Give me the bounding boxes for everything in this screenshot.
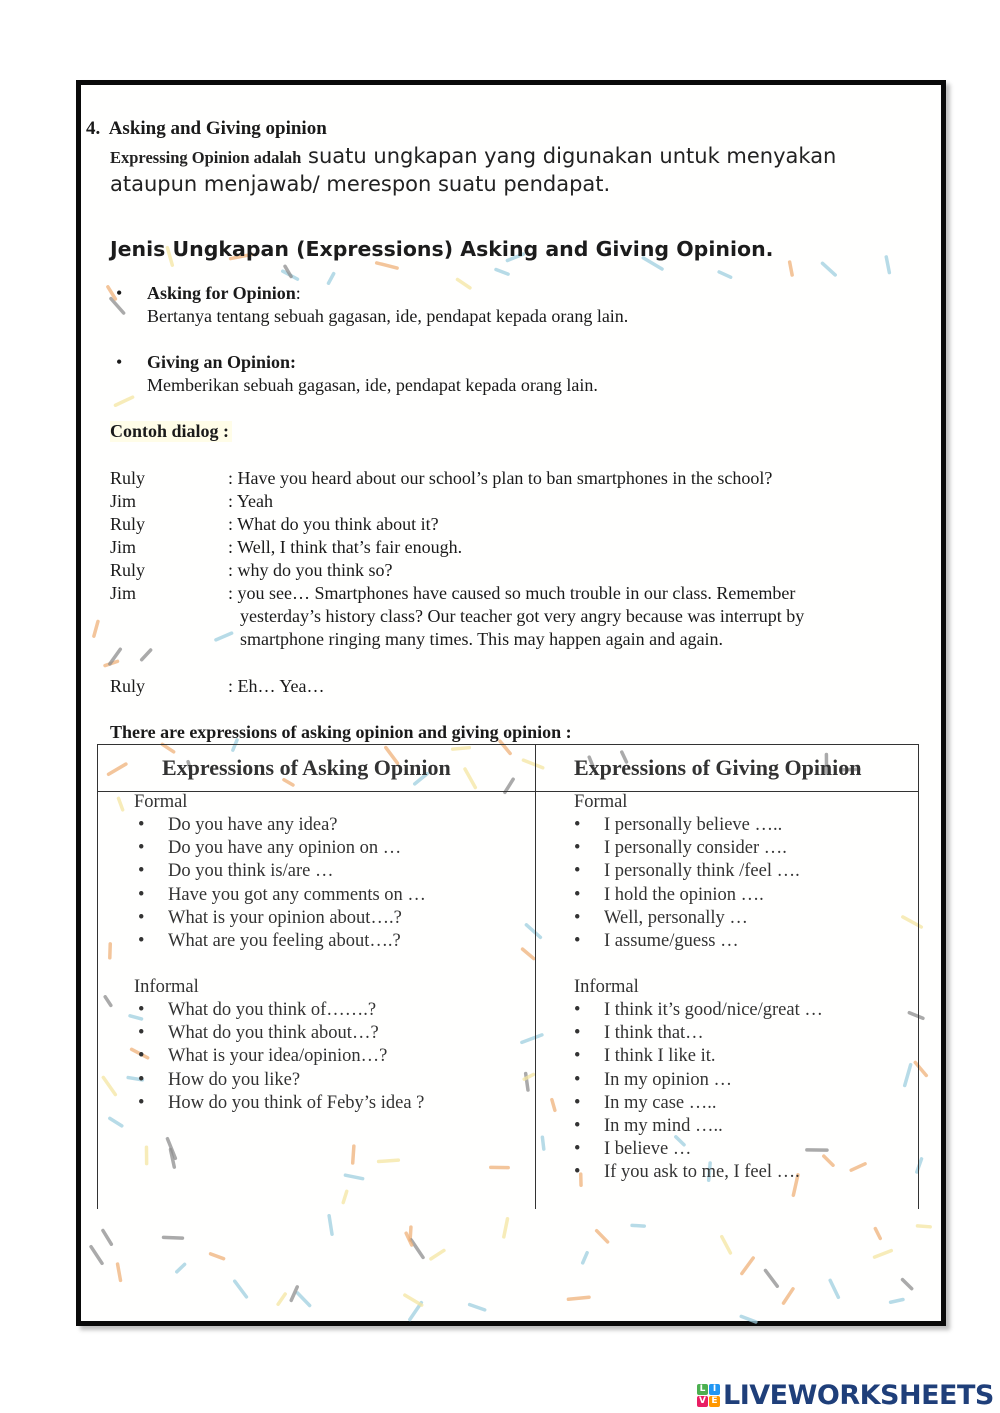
bullet-icon: •: [574, 861, 581, 882]
section-title-text: Asking and Giving opinion: [108, 118, 327, 139]
intro-line-1: suatu ungkapan yang digunakan untuk meny…: [308, 144, 837, 168]
list-item-text: What are you feeling about….?: [168, 931, 401, 951]
utterance-continued: smartphone ringing many times. This may …: [240, 629, 724, 649]
bullet-icon: •: [574, 1000, 581, 1020]
speaker: Ruly: [110, 514, 146, 534]
table-header-divider: [98, 791, 918, 792]
definition-title: Asking for Opinion: [147, 283, 296, 303]
table-header-asking: Expressions of Asking Opinion: [162, 755, 451, 780]
speaker: Ruly: [110, 560, 146, 580]
bullet-icon: •: [138, 1046, 145, 1067]
list-item-text: Well, personally …: [604, 907, 748, 928]
intro-paragraph: Expressing Opinion adalah suatu ungkapan…: [110, 143, 910, 198]
utterance: : you see… Smartphones have caused so mu…: [228, 583, 796, 603]
list-item-text: I personally consider ….: [604, 838, 787, 859]
bullet-icon: •: [138, 1000, 145, 1020]
giving-formal-label: Formal: [574, 792, 628, 812]
table-column-divider: [535, 745, 536, 1209]
definition-desc: Memberikan sebuah gagasan, ide, pendapat…: [147, 375, 598, 395]
list-item-text: What do you think of…….?: [168, 1000, 377, 1020]
list-item-text: I personally believe …..: [604, 815, 783, 835]
bullet-icon: •: [138, 1069, 145, 1090]
utterance: : Well, I think that’s fair enough.: [228, 537, 463, 557]
list-item-text: What is your idea/opinion…?: [168, 1046, 388, 1067]
logo-letter: E: [709, 1395, 720, 1407]
bullet-icon: •: [116, 283, 123, 303]
speaker: Jim: [110, 583, 137, 603]
expressions-intro: There are expressions of asking opinion …: [110, 722, 572, 742]
bullet-icon: •: [138, 931, 145, 951]
list-item-text: What is your opinion about….?: [168, 907, 402, 928]
liveworksheets-logo: L I V E LIVEWORKSHEETS: [697, 1379, 994, 1411]
utterance: : Yeah: [228, 491, 274, 511]
bullet-icon: •: [116, 352, 123, 372]
bullet-icon: •: [574, 931, 581, 951]
list-item-text: I hold the opinion ….: [604, 884, 764, 905]
bullet-icon: •: [138, 838, 145, 859]
utterance: : Have you heard about our school’s plan…: [228, 468, 773, 488]
list-item-text: How do you think of Feby’s idea ?: [168, 1092, 425, 1113]
definition-desc: Bertanya tentang sebuah gagasan, ide, pe…: [147, 306, 629, 326]
utterance-continued: yesterday’s history class? Our teacher g…: [240, 606, 805, 626]
bullet-icon: •: [574, 1139, 581, 1160]
bullet-icon: •: [138, 861, 145, 882]
intro-line-2: ataupun menjawab/ merespon suatu pendapa…: [110, 172, 611, 196]
table-header-giving: Expressions of Giving Opinion: [574, 755, 862, 780]
section-title: 4. Asking and Giving opinion: [86, 118, 327, 140]
logo-letter: I: [709, 1383, 720, 1395]
asking-formal-label: Formal: [134, 792, 188, 812]
list-item-text: I think it’s good/nice/great …: [604, 1000, 823, 1020]
list-item-text: In my mind …..: [604, 1116, 723, 1136]
bullet-icon: •: [138, 815, 145, 835]
list-item-text: Have you got any comments on …: [168, 884, 426, 905]
list-item-text: I think I like it.: [604, 1046, 716, 1067]
bullet-icon: •: [138, 1023, 145, 1044]
dialog-heading: Contoh dialog :: [110, 421, 233, 442]
list-item-text: In my opinion …: [604, 1069, 732, 1090]
list-item-text: What do you think about…?: [168, 1023, 379, 1044]
logo-letter: V: [697, 1395, 708, 1407]
speaker: Jim: [110, 491, 137, 511]
logo-icon: L I V E: [697, 1383, 720, 1407]
list-item-text: I personally think /feel ….: [604, 861, 800, 882]
list-item-text: If you ask to me, I feel ….: [604, 1162, 800, 1183]
bullet-icon: •: [138, 1092, 145, 1113]
giving-informal-label: Informal: [574, 977, 639, 997]
expressions-heading: Jenis Ungkapan (Expressions) Asking and …: [110, 237, 774, 261]
bullet-icon: •: [574, 838, 581, 859]
list-item-text: Do you think is/are …: [168, 861, 334, 882]
bullet-icon: •: [574, 1069, 581, 1090]
bullet-icon: •: [574, 907, 581, 928]
definition-title: Giving an Opinion:: [147, 352, 297, 372]
definition-colon: :: [295, 283, 301, 303]
speaker: Ruly: [110, 676, 146, 696]
bullet-icon: •: [574, 1092, 581, 1113]
utterance: : Eh… Yea…: [228, 676, 325, 696]
list-item-text: I believe …: [604, 1139, 692, 1160]
list-item-text: I think that…: [604, 1023, 704, 1044]
logo-text: LIVEWORKSHEETS: [723, 1379, 994, 1411]
utterance: : why do you think so?: [228, 560, 393, 580]
section-number: 4.: [86, 118, 101, 139]
list-item-text: In my case …..: [604, 1092, 717, 1113]
list-item-text: Do you have any opinion on …: [168, 838, 402, 859]
bullet-icon: •: [574, 815, 581, 835]
bullet-icon: •: [574, 884, 581, 905]
list-item-text: How do you like?: [168, 1069, 301, 1090]
bullet-icon: •: [574, 1162, 581, 1183]
bullet-icon: •: [574, 1116, 581, 1136]
expressions-table: Expressions of Asking Opinion Expression…: [97, 744, 919, 1209]
speaker: Jim: [110, 537, 137, 557]
speaker: Ruly: [110, 468, 146, 488]
list-item-text: I assume/guess …: [604, 931, 739, 951]
bullet-icon: •: [574, 1046, 581, 1067]
utterance: : What do you think about it?: [228, 514, 439, 534]
bullet-icon: •: [138, 907, 145, 928]
bullet-icon: •: [574, 1023, 581, 1044]
asking-informal-label: Informal: [134, 977, 199, 997]
logo-letter: L: [697, 1383, 708, 1395]
intro-lead: Expressing Opinion adalah: [110, 148, 302, 167]
list-item-text: Do you have any idea?: [168, 815, 338, 835]
bullet-icon: •: [138, 884, 145, 905]
